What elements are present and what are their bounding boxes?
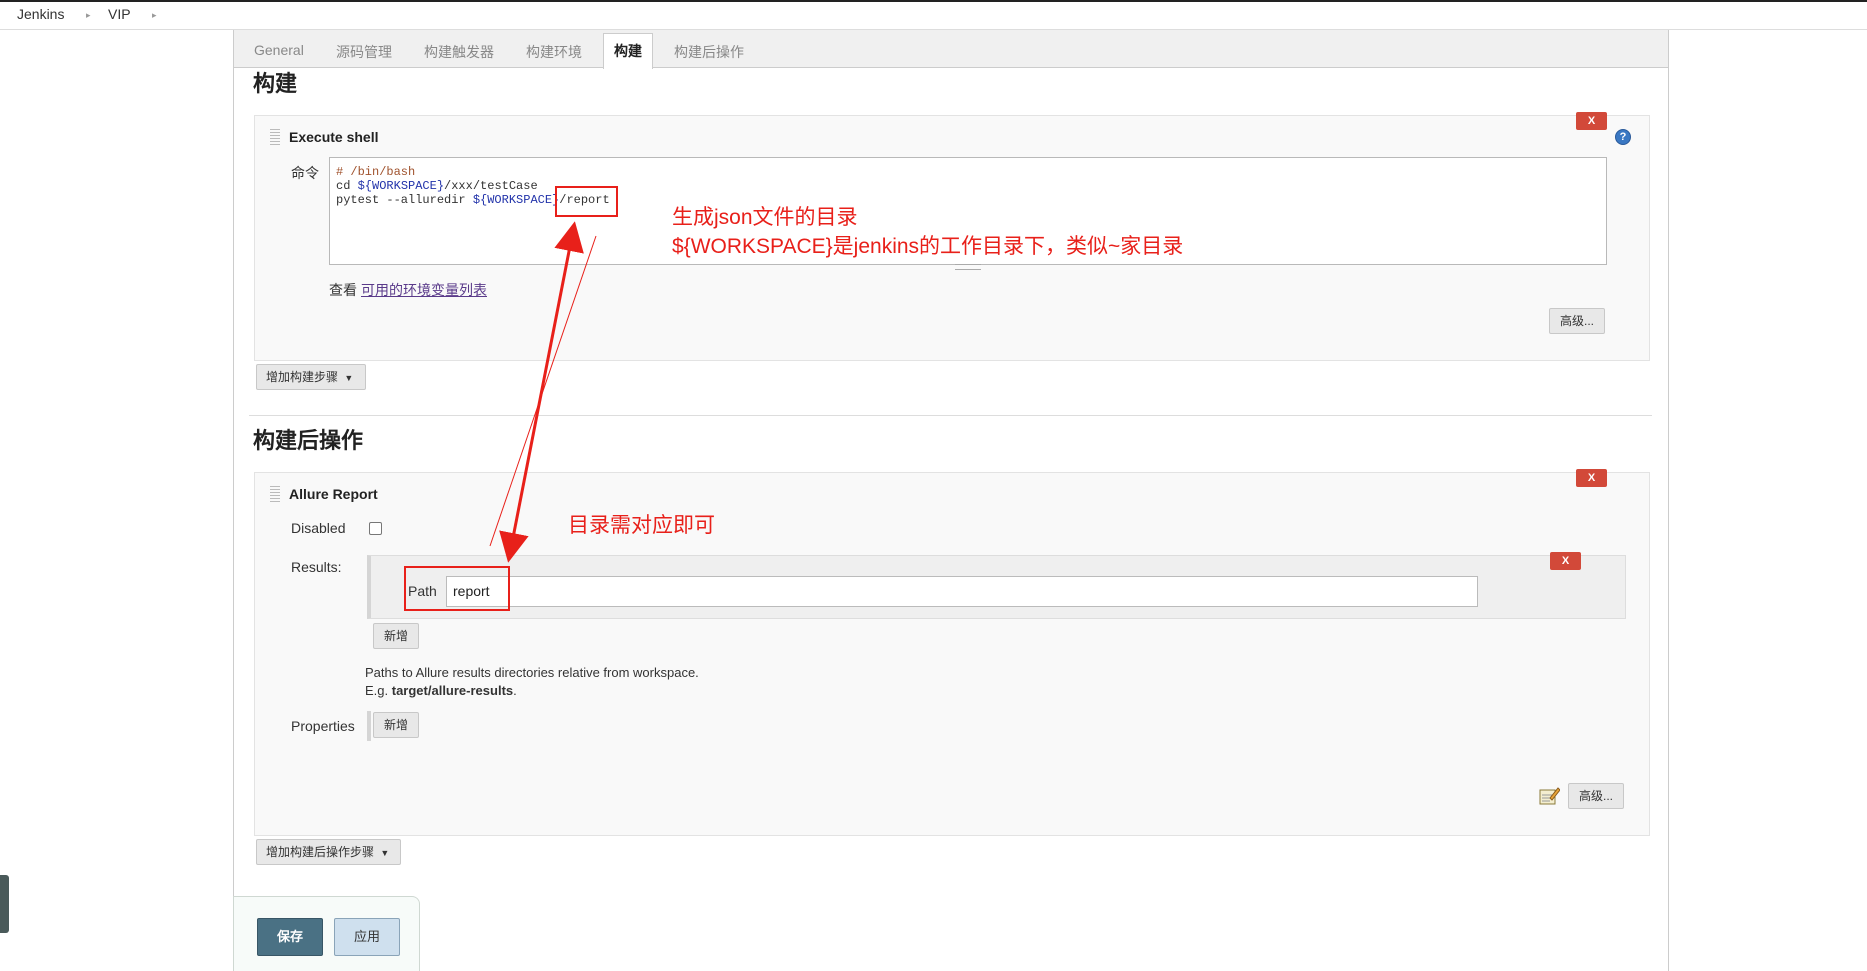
annotation-arrows: [489, 221, 597, 563]
